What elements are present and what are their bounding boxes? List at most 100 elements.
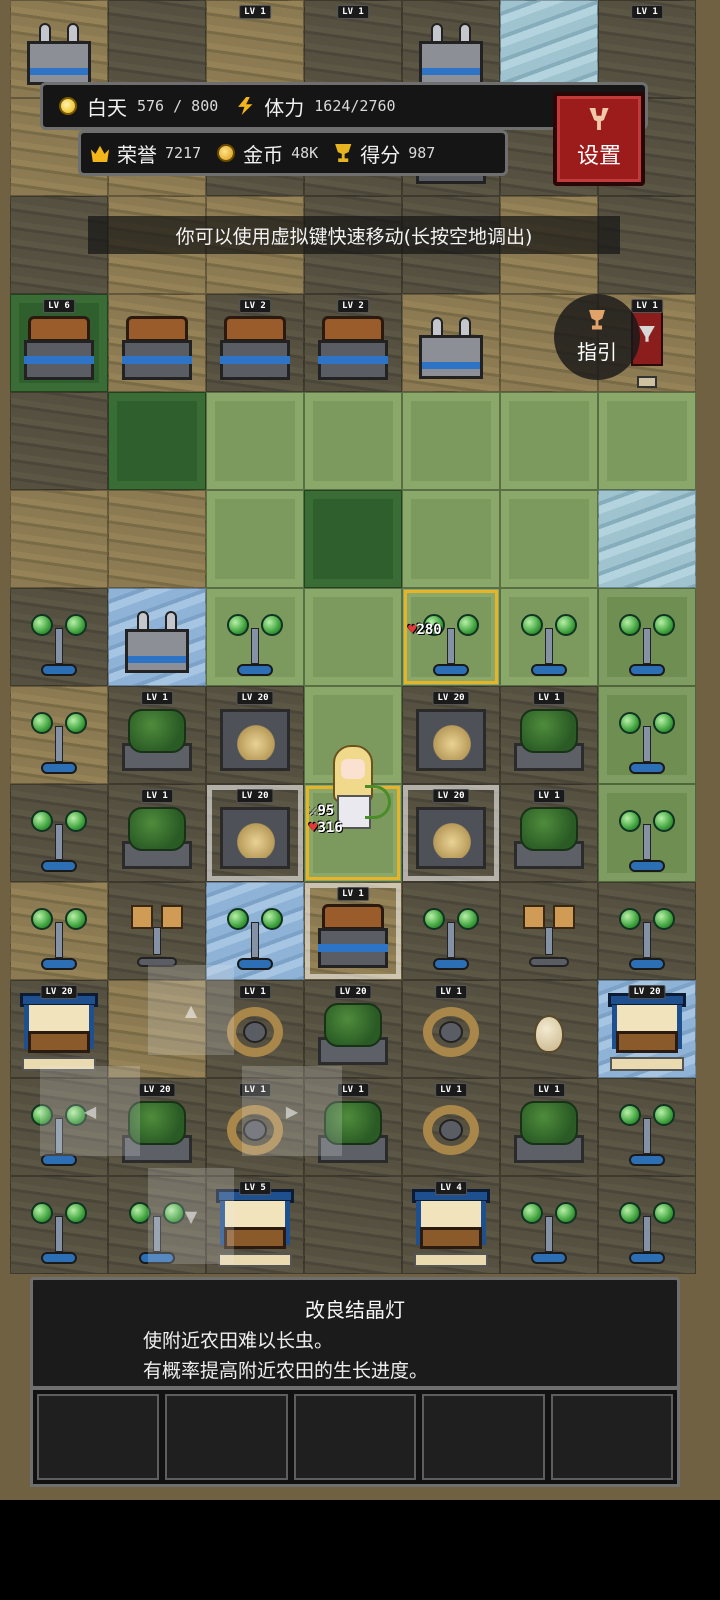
- grid-cell[interactable]: [206, 588, 304, 686]
- dpad-left-button[interactable]: ◀: [40, 1066, 140, 1156]
- grid-cell[interactable]: [402, 392, 500, 490]
- grid-cell[interactable]: [108, 392, 206, 490]
- grid-cell[interactable]: LV 1: [402, 1078, 500, 1176]
- inventory-slot[interactable]: [422, 1394, 545, 1480]
- inventory-slot[interactable]: [550, 1394, 674, 1480]
- day-value: 576 / 800: [137, 97, 219, 115]
- machine-icon: [419, 22, 483, 85]
- player-hp: ♥316: [309, 820, 343, 836]
- grid-cell[interactable]: [304, 588, 402, 686]
- dpad-up-button[interactable]: ▲: [148, 965, 234, 1055]
- grid-cell[interactable]: [598, 490, 696, 588]
- grid-cell[interactable]: [402, 882, 500, 980]
- item-description-line2: 有概率提高附近农田的生长进度。: [143, 1360, 429, 1382]
- crystal-lamp-icon: [617, 804, 677, 872]
- coin-icon: [217, 144, 236, 162]
- inventory-slot[interactable]: [37, 1394, 160, 1480]
- guide-button[interactable]: 指引: [554, 294, 640, 380]
- grid-cell[interactable]: [598, 686, 696, 784]
- crystal-lamp-icon: [617, 706, 677, 774]
- grid-cell[interactable]: LV 20: [598, 980, 696, 1078]
- level-badge: LV 1: [533, 789, 565, 803]
- player-attack: ⚔95: [309, 803, 335, 819]
- level-badge: LV 1: [631, 299, 663, 313]
- level-badge: LV 4: [435, 1181, 467, 1195]
- crystal-lamp-icon: [29, 804, 89, 872]
- crystal-lamp-icon: [421, 902, 481, 970]
- market-stall-icon: [412, 1188, 490, 1271]
- grid-cell[interactable]: [304, 392, 402, 490]
- grid-cell[interactable]: [10, 588, 108, 686]
- grid-cell[interactable]: LV 20: [402, 686, 500, 784]
- crystal-lamp-icon: [29, 608, 89, 676]
- grid-cell[interactable]: [500, 980, 598, 1078]
- grid-cell[interactable]: LV 20: [402, 784, 500, 882]
- crop-bed-icon: [416, 806, 486, 869]
- grid-cell[interactable]: [598, 392, 696, 490]
- grid-cell[interactable]: [10, 490, 108, 588]
- straw-nest-icon: [419, 1101, 483, 1163]
- grid-cell[interactable]: LV 1: [500, 784, 598, 882]
- settings-button[interactable]: 设置: [553, 92, 645, 186]
- grid-cell[interactable]: [10, 1176, 108, 1274]
- grid-cell[interactable]: [500, 882, 598, 980]
- grid-cell[interactable]: [304, 490, 402, 588]
- level-badge: LV 20: [432, 789, 470, 803]
- grid-cell[interactable]: [500, 392, 598, 490]
- inventory-slot[interactable]: [165, 1394, 288, 1480]
- honor-value: 7217: [165, 144, 202, 162]
- grid-cell[interactable]: LV 2: [206, 294, 304, 392]
- grid-cell[interactable]: LV 4: [402, 1176, 500, 1274]
- grid-cell[interactable]: LV 20: [206, 784, 304, 882]
- grid-cell[interactable]: [10, 392, 108, 490]
- level-badge: LV 2: [337, 299, 369, 313]
- grid-cell[interactable]: LV 20: [304, 980, 402, 1078]
- crystal-lamp-icon: [617, 608, 677, 676]
- inventory-slot[interactable]: [293, 1394, 417, 1480]
- lightning-icon: [238, 97, 253, 115]
- market-stall-icon: [20, 992, 98, 1075]
- grid-cell[interactable]: [10, 784, 108, 882]
- crystal-lamp-icon: [29, 706, 89, 774]
- grid-cell[interactable]: LV 20: [10, 980, 108, 1078]
- level-badge: LV 1: [435, 1083, 467, 1097]
- grid-cell[interactable]: [304, 1176, 402, 1274]
- grid-cell[interactable]: [500, 588, 598, 686]
- storage-chest-icon: [220, 315, 290, 380]
- grid-cell[interactable]: LV 1: [108, 686, 206, 784]
- grid-cell[interactable]: [402, 294, 500, 392]
- grid-cell[interactable]: [598, 1078, 696, 1176]
- grid-cell[interactable]: LV 1: [402, 980, 500, 1078]
- dpad-down-button[interactable]: ▼: [148, 1168, 234, 1264]
- level-badge: LV 1: [435, 985, 467, 999]
- machine-icon: [125, 610, 189, 673]
- grid-cell[interactable]: [206, 392, 304, 490]
- grid-cell[interactable]: [500, 1176, 598, 1274]
- grid-cell[interactable]: [108, 490, 206, 588]
- grid-cell[interactable]: LV 1: [108, 784, 206, 882]
- grid-cell[interactable]: [598, 1176, 696, 1274]
- grid-cell[interactable]: [108, 294, 206, 392]
- grid-cell[interactable]: [108, 588, 206, 686]
- grid-cell[interactable]: [10, 686, 108, 784]
- grid-cell[interactable]: [10, 882, 108, 980]
- crop-bed-icon: [220, 708, 290, 771]
- grid-cell[interactable]: LV 1: [500, 686, 598, 784]
- grid-cell[interactable]: LV 20: [206, 686, 304, 784]
- grid-cell[interactable]: LV 1: [500, 1078, 598, 1176]
- level-badge: LV 20: [138, 1083, 176, 1097]
- grid-cell[interactable]: LV 2: [304, 294, 402, 392]
- level-badge: LV 1: [533, 1083, 565, 1097]
- crystal-lamp-icon: [617, 902, 677, 970]
- grid-cell[interactable]: [598, 784, 696, 882]
- grid-cell[interactable]: LV 6: [10, 294, 108, 392]
- grid-cell[interactable]: [402, 490, 500, 588]
- grid-cell[interactable]: [598, 588, 696, 686]
- grid-cell[interactable]: [206, 490, 304, 588]
- grid-cell[interactable]: LV 1: [304, 882, 402, 980]
- grid-cell[interactable]: [598, 882, 696, 980]
- dpad-right-button[interactable]: ▶: [242, 1066, 342, 1156]
- settings-label: 设置: [576, 144, 621, 169]
- trophy-icon: [588, 309, 606, 330]
- grid-cell[interactable]: [500, 490, 598, 588]
